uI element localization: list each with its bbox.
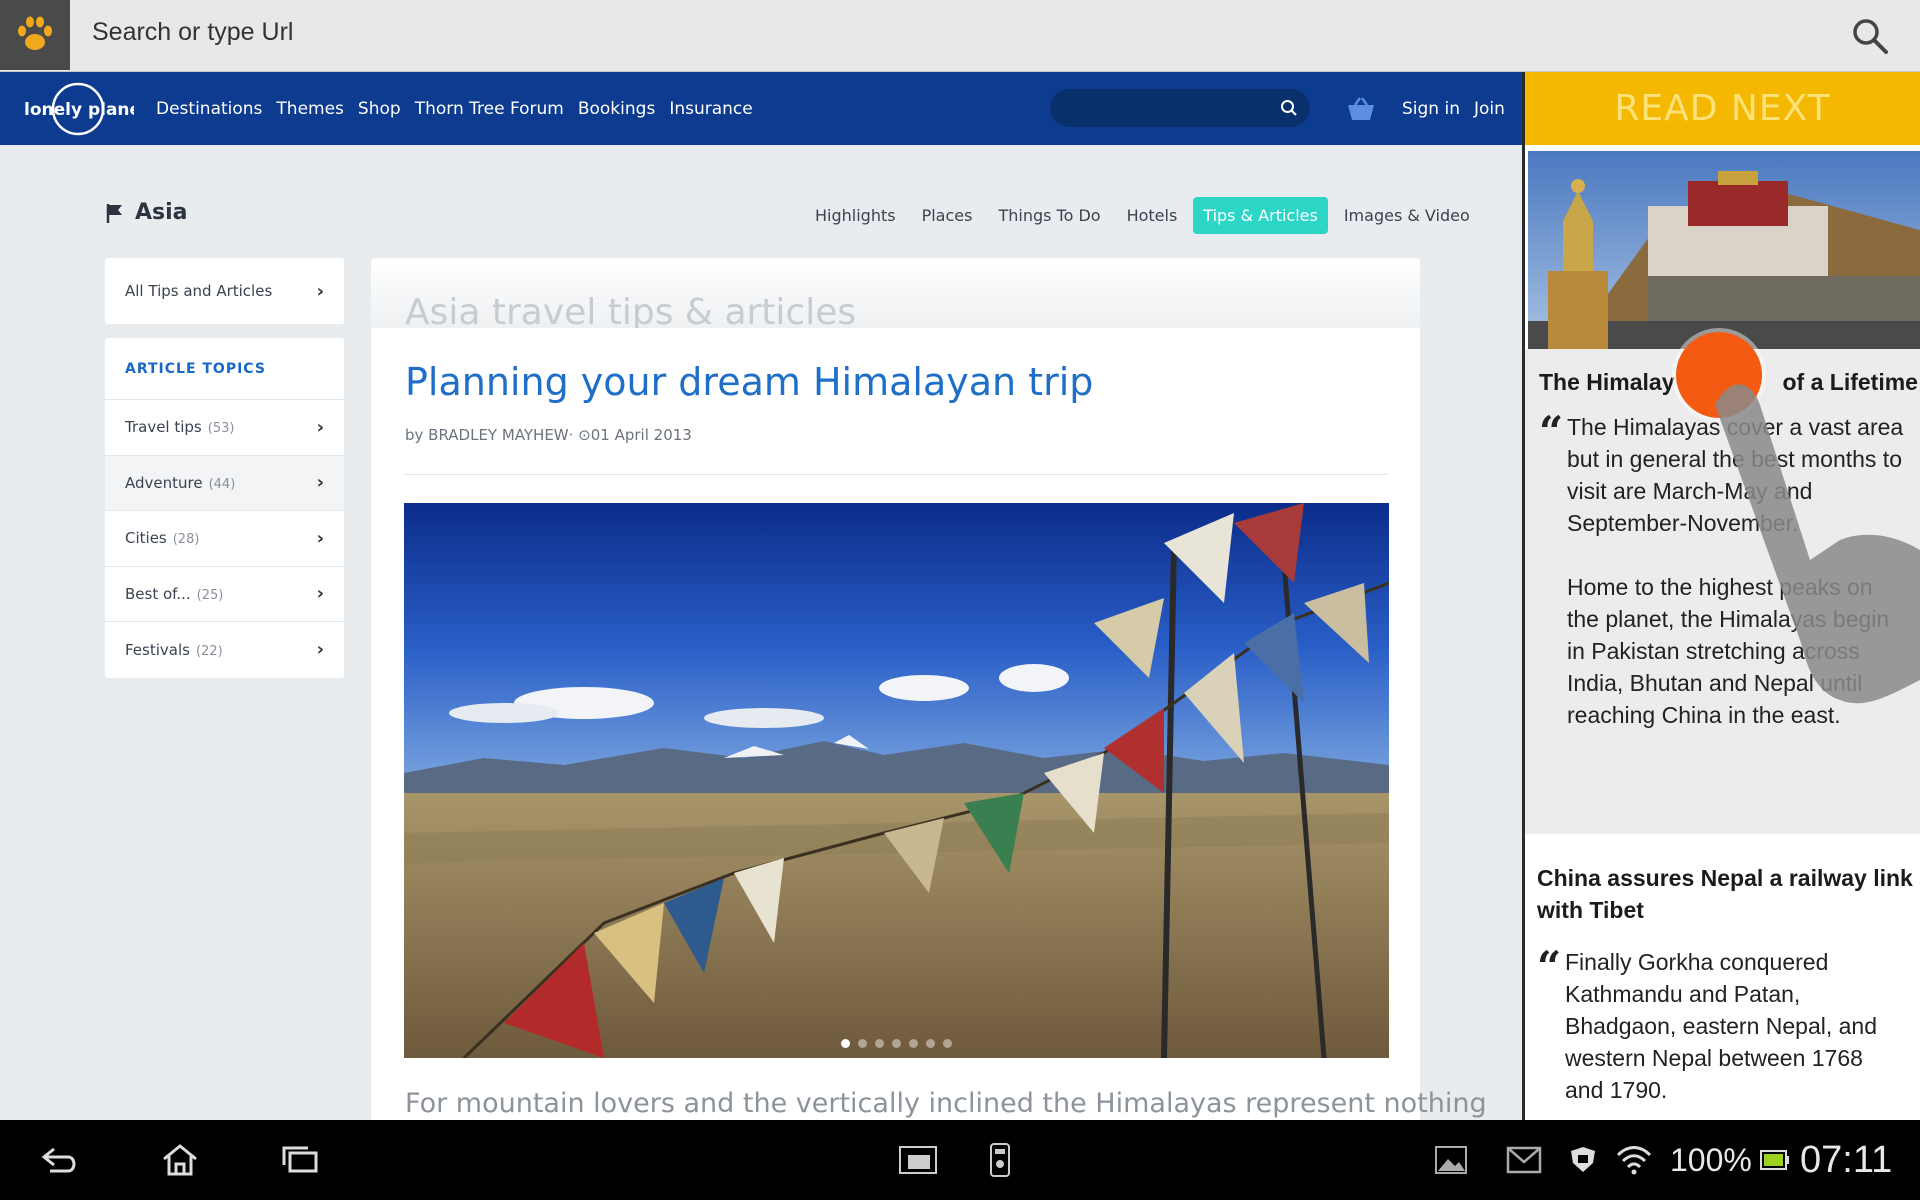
slide-dot[interactable] xyxy=(892,1039,901,1048)
slide-indicators xyxy=(404,1039,1389,1048)
section-heading: Asia travel tips & articles xyxy=(405,292,857,333)
site-header: lonely planet Destinations Themes Shop T… xyxy=(0,72,1522,145)
wifi-icon xyxy=(1616,1120,1652,1200)
topic-festivals[interactable]: Festivals (22) › xyxy=(105,622,344,678)
search-icon[interactable] xyxy=(1850,16,1890,56)
article-title[interactable]: Planning your dream Himalayan trip xyxy=(405,360,1093,404)
article-topics: ARTICLE TOPICS Travel tips (53) › Adventu… xyxy=(105,338,344,678)
read-next-item-2-title[interactable]: China assures Nepal a railway link with … xyxy=(1537,862,1917,926)
all-tips-label: All Tips and Articles xyxy=(125,282,273,300)
article-byline: by BRADLEY MAYHEW· ⊙01 April 2013 xyxy=(405,426,692,444)
read-next-heading: READ NEXT xyxy=(1525,72,1920,145)
site-search-input[interactable] xyxy=(1050,89,1310,127)
clock: 07:11 xyxy=(1800,1138,1893,1181)
chevron-right-icon: › xyxy=(316,527,324,549)
gallery-icon xyxy=(1434,1120,1468,1200)
topics-heading: ARTICLE TOPICS xyxy=(105,338,344,400)
section-header: Asia travel tips & articles xyxy=(371,258,1420,333)
basket-icon[interactable] xyxy=(1346,96,1376,127)
main-nav: Destinations Themes Shop Thorn Tree Foru… xyxy=(156,72,753,145)
topic-count: (53) xyxy=(207,421,235,437)
read-next-item-text: Finally Gorkha conquered Kathmandu and P… xyxy=(1565,949,1878,1103)
battery-icon xyxy=(1760,1120,1790,1200)
slide-dot[interactable] xyxy=(909,1039,918,1048)
site-search-icon[interactable] xyxy=(1280,99,1298,117)
slide-dot[interactable] xyxy=(858,1039,867,1048)
topic-label: Festivals xyxy=(125,640,190,659)
nav-insurance[interactable]: Insurance xyxy=(669,99,752,119)
slide-dot[interactable] xyxy=(841,1039,850,1048)
topic-label: Best of... xyxy=(125,584,191,603)
chevron-right-icon: › xyxy=(316,416,324,438)
tab-images-video[interactable]: Images & Video xyxy=(1334,197,1480,234)
region-name: Asia xyxy=(135,200,188,225)
topic-adventure[interactable]: Adventure (44) › xyxy=(105,455,344,511)
svg-text:lonely planet: lonely planet xyxy=(24,100,134,120)
title-start: The Himalay xyxy=(1539,369,1675,395)
nav-themes[interactable]: Themes xyxy=(276,99,344,119)
topic-travel-tips[interactable]: Travel tips (53) › xyxy=(105,400,344,456)
quote-icon: “ xyxy=(1537,942,1562,991)
tab-highlights[interactable]: Highlights xyxy=(805,197,906,234)
url-input[interactable] xyxy=(92,18,1792,47)
screenshot-icon[interactable] xyxy=(898,1120,938,1200)
paw-icon[interactable] xyxy=(0,0,70,70)
recents-icon[interactable] xyxy=(280,1120,320,1200)
region-title: Asia xyxy=(105,200,188,225)
quote-icon: “ xyxy=(1539,407,1564,456)
back-icon[interactable] xyxy=(40,1120,80,1200)
topic-count: (22) xyxy=(195,643,223,659)
nav-thorn-tree-forum[interactable]: Thorn Tree Forum xyxy=(415,99,564,119)
shield-icon xyxy=(1568,1120,1598,1200)
flag-icon xyxy=(106,203,122,223)
nav-bookings[interactable]: Bookings xyxy=(578,99,655,119)
battery-percent: 100% xyxy=(1670,1141,1752,1178)
gmail-icon xyxy=(1506,1120,1542,1200)
slide-dot[interactable] xyxy=(875,1039,884,1048)
chevron-right-icon: › xyxy=(316,583,324,605)
topic-count: (25) xyxy=(196,587,224,603)
article-card: Planning your dream Himalayan trip by BR… xyxy=(371,328,1487,1120)
topic-cities[interactable]: Cities (28) › xyxy=(105,511,344,567)
sign-in-link[interactable]: Sign in xyxy=(1402,99,1460,119)
topic-count: (44) xyxy=(208,476,236,492)
slide-dot[interactable] xyxy=(943,1039,952,1048)
all-tips-link[interactable]: All Tips and Articles › xyxy=(105,258,344,324)
join-link[interactable]: Join xyxy=(1474,99,1505,119)
region-tabs: Highlights Places Things To Do Hotels Ti… xyxy=(805,197,1480,234)
topic-count: (28) xyxy=(172,532,200,548)
article-hero-image[interactable] xyxy=(404,503,1389,1058)
chevron-right-icon: › xyxy=(316,280,324,302)
tab-hotels[interactable]: Hotels xyxy=(1117,197,1188,234)
slide-dot[interactable] xyxy=(926,1039,935,1048)
tab-tips-articles[interactable]: Tips & Articles xyxy=(1193,197,1328,234)
browser-url-bar xyxy=(0,0,1920,72)
chevron-right-icon: › xyxy=(316,472,324,494)
pointing-hand-icon xyxy=(1715,384,1920,704)
nav-destinations[interactable]: Destinations xyxy=(156,99,262,119)
article-lead: For mountain lovers and the vertically i… xyxy=(405,1088,1487,1119)
tab-places[interactable]: Places xyxy=(912,197,983,234)
remote-icon[interactable] xyxy=(988,1120,1012,1200)
topic-label: Travel tips xyxy=(125,418,202,437)
topic-label: Cities xyxy=(125,529,167,548)
divider xyxy=(405,474,1388,475)
system-navigation-bar: 100% 07:11 xyxy=(0,1120,1920,1200)
read-next-image[interactable] xyxy=(1528,151,1920,349)
lonely-planet-logo[interactable]: lonely planet xyxy=(22,82,149,136)
account-links: Sign in Join xyxy=(1402,72,1505,145)
nav-shop[interactable]: Shop xyxy=(358,99,401,119)
topic-label: Adventure xyxy=(125,473,203,492)
tab-things-to-do[interactable]: Things To Do xyxy=(988,197,1110,234)
home-icon[interactable] xyxy=(160,1120,200,1200)
topic-best-of[interactable]: Best of... (25) › xyxy=(105,567,344,622)
chevron-right-icon: › xyxy=(316,639,324,661)
